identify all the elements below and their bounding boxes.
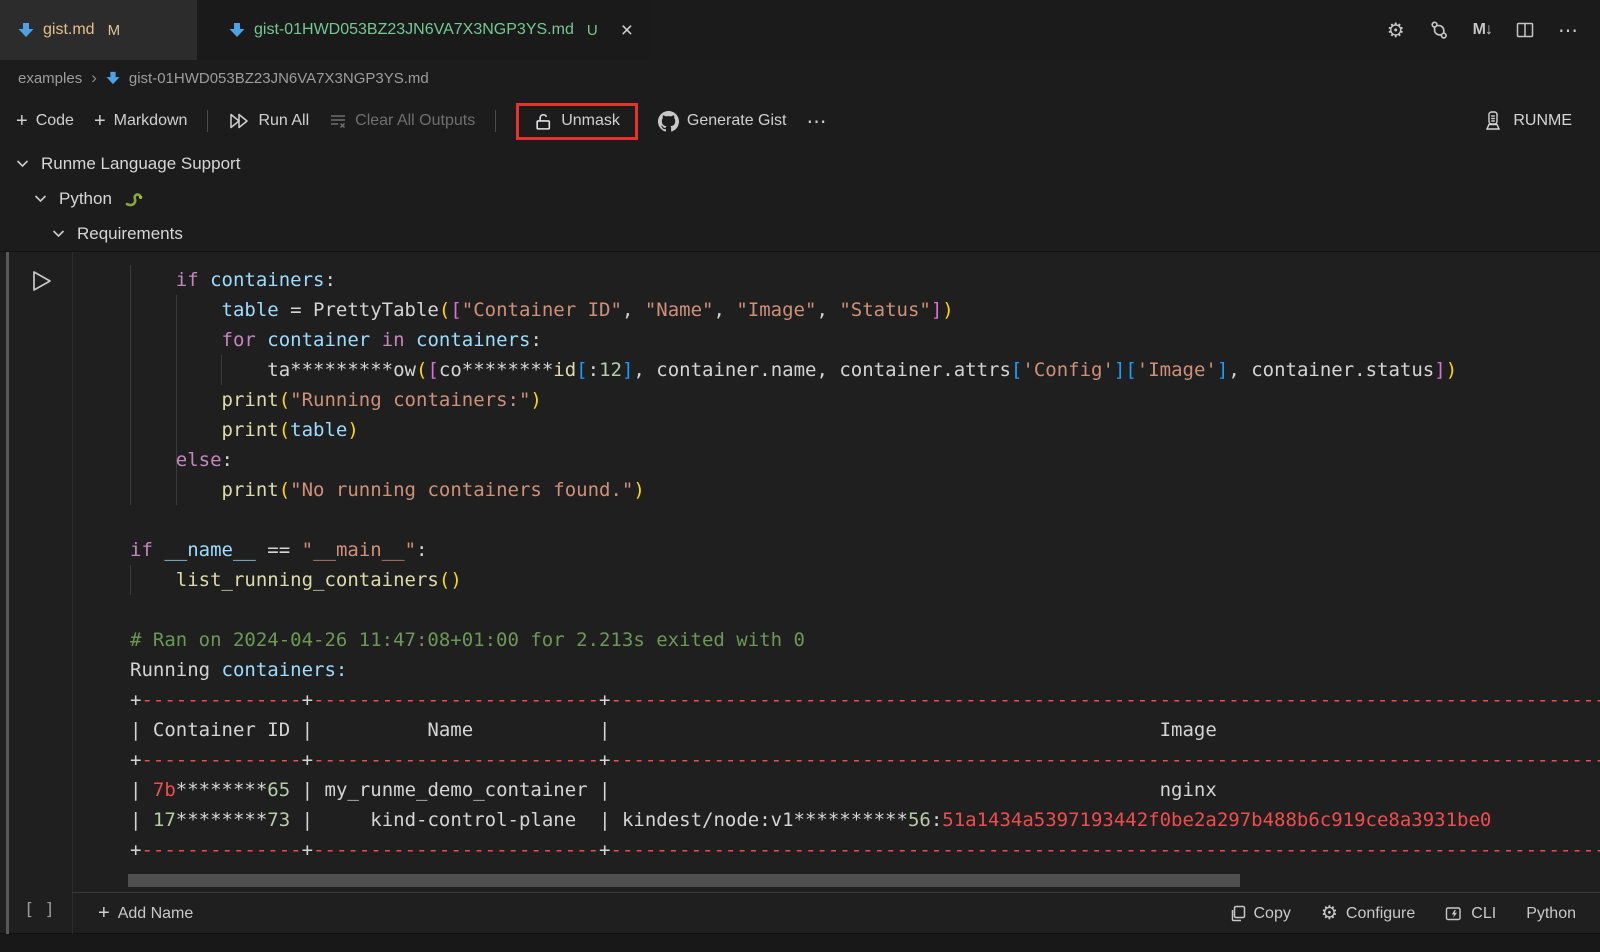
code-line: else:: [130, 445, 1600, 475]
runme-logo-icon: [1482, 110, 1504, 132]
unmask-button[interactable]: Unmask: [534, 112, 620, 131]
run-all-icon: [228, 112, 250, 130]
code-line: for container in containers:: [130, 325, 1600, 355]
code-line: | 7b********65 | my_runme_demo_container…: [130, 775, 1600, 805]
code-line: | Container ID | Name | Image |: [130, 715, 1600, 745]
breadcrumb-file[interactable]: gist-01HWD053BZ23JN6VA7X3NGP3YS.md: [129, 70, 429, 87]
more-actions-icon[interactable]: ⋯: [807, 109, 829, 134]
unlock-icon: [534, 112, 553, 131]
add-code-label: Code: [36, 112, 74, 130]
code-line: list_running_containers(): [130, 565, 1600, 595]
gear-icon: ⚙: [1321, 902, 1338, 925]
code-lines[interactable]: if containers: table = PrettyTable(["Con…: [0, 252, 1600, 877]
kernel-label: RUNME: [1513, 112, 1572, 130]
plus-icon: +: [16, 110, 28, 133]
code-line: if containers:: [130, 265, 1600, 295]
code-line: +--------------+------------------------…: [130, 835, 1600, 865]
window-bottom-strip: [0, 933, 1600, 952]
editor-tab-bar: gist.md M gist-01HWD053BZ23JN6VA7X3NGP3Y…: [0, 0, 1600, 60]
chevron-right-icon: ›: [91, 68, 97, 88]
clear-all-outputs-label: Clear All Outputs: [355, 112, 475, 130]
code-line: +--------------+------------------------…: [130, 685, 1600, 715]
snake-emoji-icon: [124, 191, 144, 207]
add-code-cell-button[interactable]: + Code: [16, 110, 74, 133]
chevron-down-icon[interactable]: [34, 194, 47, 203]
code-line: print("Running containers:"): [130, 385, 1600, 415]
outline-item-python[interactable]: Python: [0, 181, 1600, 216]
editor-actions: ⚙ M↓ ⋯: [1387, 0, 1600, 60]
configure-label: Configure: [1346, 905, 1415, 923]
cell-language-picker[interactable]: Python: [1526, 905, 1576, 923]
close-tab-icon[interactable]: ×: [621, 20, 633, 41]
split-editor-icon[interactable]: [1516, 21, 1534, 39]
run-all-button[interactable]: Run All: [228, 112, 309, 130]
code-line: +--------------+------------------------…: [130, 745, 1600, 775]
cell-status-bar: + Add Name Copy ⚙ Configure: [72, 892, 1600, 934]
markdown-run-file-icon: [106, 71, 120, 85]
breadcrumb: examples › gist-01HWD053BZ23JN6VA7X3NGP3…: [0, 60, 1600, 96]
cell-brackets-indicator: [ ]: [24, 900, 55, 920]
toolbar-divider: [207, 110, 208, 132]
configure-button[interactable]: ⚙ Configure: [1321, 902, 1415, 925]
tab-title: gist-01HWD053BZ23JN6VA7X3NGP3YS.md: [254, 21, 574, 39]
code-line: # Ran on 2024-04-26 11:47:08+01:00 for 2…: [130, 625, 1600, 655]
code-line: | 17********73 | kind-control-plane | ki…: [130, 805, 1600, 835]
code-line: if __name__ == "__main__":: [130, 535, 1600, 565]
more-actions-icon[interactable]: ⋯: [1558, 18, 1578, 43]
generate-gist-label: Generate Gist: [687, 112, 787, 130]
markdown-preview-icon[interactable]: M↓: [1473, 21, 1492, 39]
notebook-toolbar: + Code + Markdown Run All Clear All Outp…: [0, 96, 1600, 146]
code-line: ta*********ow([co********id[:12], contai…: [130, 355, 1600, 385]
unmask-annotation-box: Unmask: [516, 103, 638, 140]
cell-language-label: Python: [1526, 905, 1576, 923]
github-icon: [658, 111, 679, 132]
toolbar-divider: [495, 110, 496, 132]
outline-label: Requirements: [77, 224, 183, 244]
generate-gist-button[interactable]: Generate Gist: [658, 111, 787, 132]
copy-button[interactable]: Copy: [1229, 905, 1291, 923]
kernel-picker[interactable]: RUNME: [1482, 110, 1584, 132]
outline-label: Python: [59, 189, 112, 209]
notebook-cell: if containers: table = PrettyTable(["Con…: [0, 251, 1600, 933]
clear-outputs-icon: [329, 112, 347, 130]
code-line: [130, 505, 1600, 535]
run-all-label: Run All: [258, 112, 309, 130]
cli-icon: [1445, 905, 1463, 923]
tab-gist-file[interactable]: gist-01HWD053BZ23JN6VA7X3NGP3YS.md U ×: [197, 0, 653, 60]
chevron-down-icon[interactable]: [52, 229, 65, 238]
code-line: table = PrettyTable(["Container ID", "Na…: [130, 295, 1600, 325]
unmask-label: Unmask: [561, 112, 620, 130]
copy-label: Copy: [1254, 905, 1291, 923]
markdown-run-file-icon: [18, 22, 34, 38]
plus-icon: +: [94, 110, 106, 133]
cli-button[interactable]: CLI: [1445, 905, 1496, 923]
outline-item-requirements[interactable]: Requirements: [0, 216, 1600, 251]
code-line: print("No running containers found."): [130, 475, 1600, 505]
code-line: [130, 595, 1600, 625]
outline-item-runme-language-support[interactable]: Runme Language Support: [0, 146, 1600, 181]
outline-label: Runme Language Support: [41, 154, 240, 174]
untracked-badge: U: [587, 22, 598, 39]
source-control-icon[interactable]: [1429, 20, 1449, 40]
tab-gist-md[interactable]: gist.md M: [0, 0, 197, 60]
horizontal-scrollbar[interactable]: [128, 874, 1240, 887]
markdown-run-file-icon: [229, 22, 245, 38]
add-markdown-label: Markdown: [114, 112, 188, 130]
gear-icon[interactable]: ⚙: [1387, 18, 1405, 43]
notebook-outline: Runme Language Support Python Requiremen…: [0, 146, 1600, 251]
add-markdown-cell-button[interactable]: + Markdown: [94, 110, 188, 133]
clear-all-outputs-button[interactable]: Clear All Outputs: [329, 112, 475, 130]
plus-icon: +: [98, 902, 110, 925]
modified-badge: M: [108, 22, 121, 39]
chevron-down-icon[interactable]: [16, 159, 29, 168]
code-line: Running containers:: [130, 655, 1600, 685]
add-name-label: Add Name: [118, 905, 194, 923]
copy-icon: [1229, 905, 1246, 922]
breadcrumb-folder[interactable]: examples: [18, 70, 82, 87]
tab-title: gist.md: [43, 21, 95, 39]
cli-label: CLI: [1471, 905, 1496, 923]
add-name-button[interactable]: + Add Name: [98, 902, 193, 925]
code-line: print(table): [130, 415, 1600, 445]
